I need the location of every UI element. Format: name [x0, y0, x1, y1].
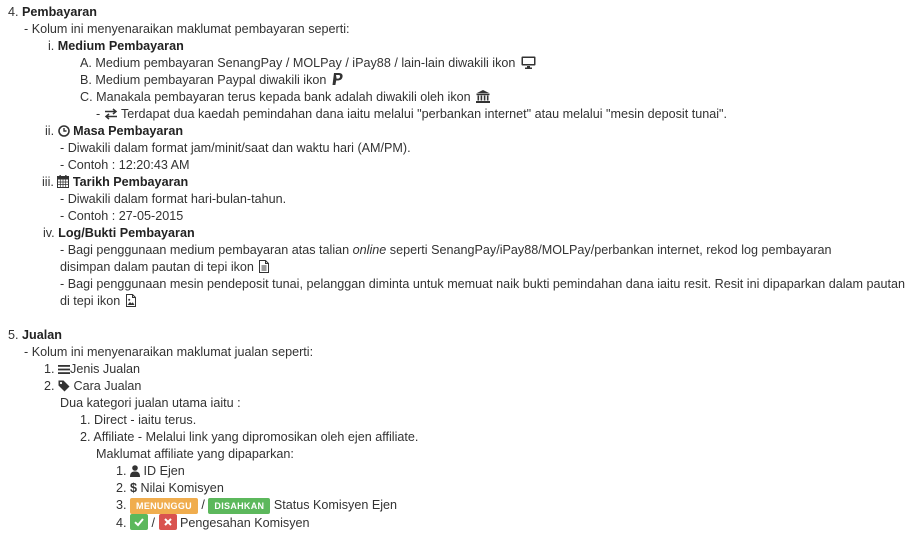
times-icon	[163, 518, 172, 526]
tarikh-desc: - Diwakili dalam format hari-bulan-tahun…	[60, 192, 287, 206]
desktop-icon	[521, 56, 536, 69]
id-ejen-text: ID Ejen	[143, 464, 185, 478]
affiliate-item-2: 2. $ Nilai Komisyen	[116, 480, 224, 497]
cara-jualan-text: Cara Jualan	[73, 379, 142, 393]
section-title: Jualan	[22, 328, 62, 342]
log-title: Log/Bukti Pembayaran	[58, 226, 195, 240]
section-4-heading: 4. Pembayaran	[8, 4, 97, 21]
affiliate-item-1: 1. ID Ejen	[116, 463, 185, 480]
reject-button	[158, 514, 177, 530]
status-komisyen-text: Status Komisyen Ejen	[273, 498, 398, 512]
medium-c-text: Manakala pembayaran terus kepada bank ad…	[96, 90, 471, 104]
list-letter: B.	[80, 73, 92, 87]
list-number: 4.	[116, 516, 127, 530]
kategori-item-1: 1. Direct - iaitu terus.	[80, 412, 196, 429]
masa-example: - Contoh : 12:20:43 AM	[60, 158, 190, 172]
online-emphasis: online	[352, 243, 387, 257]
list-number: 2.	[116, 481, 127, 495]
affiliate-item-3: 3. MENUNGGU / DISAHKAN Status Komisyen E…	[116, 497, 397, 514]
masa-heading: ii. Masa Pembayaran	[45, 123, 183, 140]
tarikh-heading: iii. Tarikh Pembayaran	[42, 174, 188, 191]
list-icon	[58, 364, 71, 375]
bank-icon	[476, 90, 491, 103]
list-number: 1.	[80, 413, 91, 427]
affiliate-item-4: 4. / Pengesahan Komisyen	[116, 514, 310, 532]
log-paragraph-1: - Bagi penggunaan medium pembayaran atas…	[60, 242, 885, 276]
tarikh-example: - Contoh : 27-05-2015	[60, 209, 184, 223]
direct-text: Direct - iaitu terus.	[94, 413, 197, 427]
maklumat-text: Maklumat affiliate yang dipaparkan:	[96, 447, 294, 461]
medium-item-b: B. Medium pembayaran Paypal diwakili iko…	[80, 72, 343, 89]
kategori-item-2: 2. Affiliate - Melalui link yang dipromo…	[80, 429, 418, 446]
status-badge-pending: MENUNGGU	[130, 498, 198, 514]
image-file-icon	[125, 294, 136, 307]
list-number: 3.	[116, 498, 127, 512]
list-number: iv.	[43, 226, 55, 240]
slash-separator: /	[201, 498, 205, 512]
log-paragraph-2: - Bagi penggunaan mesin pendeposit tunai…	[60, 276, 915, 310]
jenis-jualan-text: Jenis Jualan	[70, 362, 141, 376]
confirm-button	[130, 514, 149, 530]
section-5-heading: 5. Jualan	[8, 327, 62, 344]
list-number: 2.	[44, 379, 55, 393]
check-icon	[134, 518, 144, 527]
list-number: 2.	[80, 430, 91, 444]
clock-icon	[57, 125, 70, 137]
log-heading: iv. Log/Bukti Pembayaran	[43, 225, 195, 242]
medium-a-text: Medium pembayaran SenangPay / MOLPay / i…	[95, 56, 516, 70]
medium-item-c: C. Manakala pembayaran terus kepada bank…	[80, 89, 491, 106]
list-number: ii.	[45, 124, 55, 138]
list-number: iii.	[42, 175, 54, 189]
paypal-icon	[332, 73, 343, 86]
section-number: 4.	[8, 5, 19, 19]
section-4-intro: - Kolum ini menyenaraikan maklumat pemba…	[24, 22, 350, 36]
jualan-item-1: 1. Jenis Jualan	[44, 361, 140, 378]
nilai-komisyen-text: Nilai Komisyen	[140, 481, 224, 495]
slash-separator: /	[151, 516, 156, 530]
user-icon	[130, 465, 141, 477]
medium-b-text: Medium pembayaran Paypal diwakili ikon	[95, 73, 327, 87]
log-p1-start: - Bagi penggunaan medium pembayaran atas…	[60, 243, 350, 257]
calendar-icon	[57, 175, 70, 188]
section-5-intro: - Kolum ini menyenaraikan maklumat juala…	[24, 345, 314, 359]
pengesahan-komisyen-text: Pengesahan Komisyen	[180, 516, 310, 530]
log-p2-text: - Bagi penggunaan mesin pendeposit tunai…	[60, 277, 906, 308]
dollar-icon: $	[130, 481, 138, 495]
jualan-item-2: 2. Cara Jualan	[44, 378, 141, 395]
status-badge-approved: DISAHKAN	[208, 498, 271, 514]
list-letter: A.	[80, 56, 92, 70]
list-number: i.	[48, 39, 55, 53]
list-letter: C.	[80, 90, 93, 104]
list-number: 1.	[116, 464, 127, 478]
masa-desc: - Diwakili dalam format jam/minit/saat d…	[60, 141, 411, 155]
tarikh-title: Tarikh Pembayaran	[72, 175, 189, 189]
medium-item-c-sub: - Terdapat dua kaedah pemindahan dana ia…	[96, 106, 727, 123]
dash: -	[96, 107, 101, 121]
section-title: Pembayaran	[22, 5, 97, 19]
affiliate-text: Affiliate - Melalui link yang dipromosik…	[93, 430, 419, 444]
medium-heading: i. Medium Pembayaran	[48, 38, 184, 55]
kategori-text: Dua kategori jualan utama iaitu :	[60, 396, 241, 410]
exchange-icon	[104, 108, 118, 120]
document-icon	[259, 260, 270, 273]
tag-icon	[58, 380, 70, 392]
medium-title: Medium Pembayaran	[57, 39, 184, 53]
masa-title: Masa Pembayaran	[73, 124, 184, 138]
medium-item-a: A. Medium pembayaran SenangPay / MOLPay …	[80, 55, 536, 72]
transfer-methods-text: Terdapat dua kaedah pemindahan dana iait…	[120, 107, 727, 121]
section-number: 5.	[8, 328, 19, 342]
list-number: 1.	[44, 362, 55, 376]
